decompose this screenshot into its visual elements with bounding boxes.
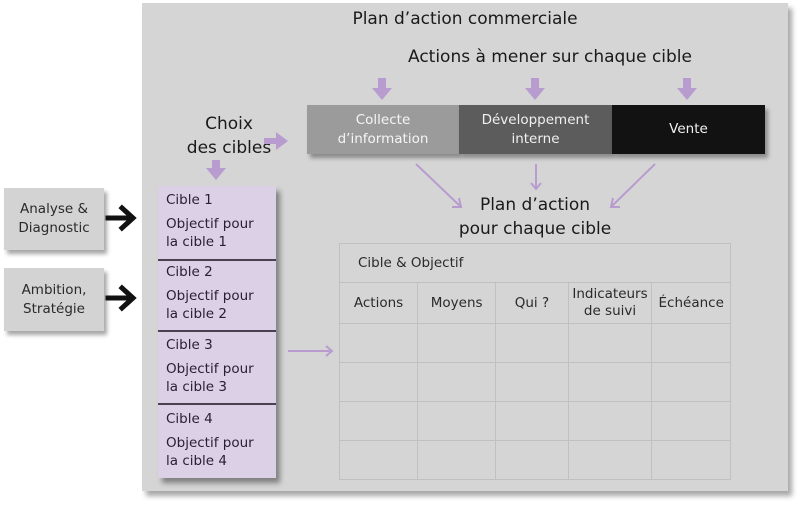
down-arrow-icon	[372, 78, 392, 100]
arrows-layer	[105, 78, 697, 357]
down-arrow-icon	[677, 78, 697, 100]
right-arrow-icon	[264, 132, 288, 150]
down-arrow-icon	[525, 78, 545, 100]
down-arrow-icon	[206, 160, 226, 180]
thin-arrow-icon	[415, 163, 461, 207]
thin-arrow-icon	[611, 163, 656, 207]
